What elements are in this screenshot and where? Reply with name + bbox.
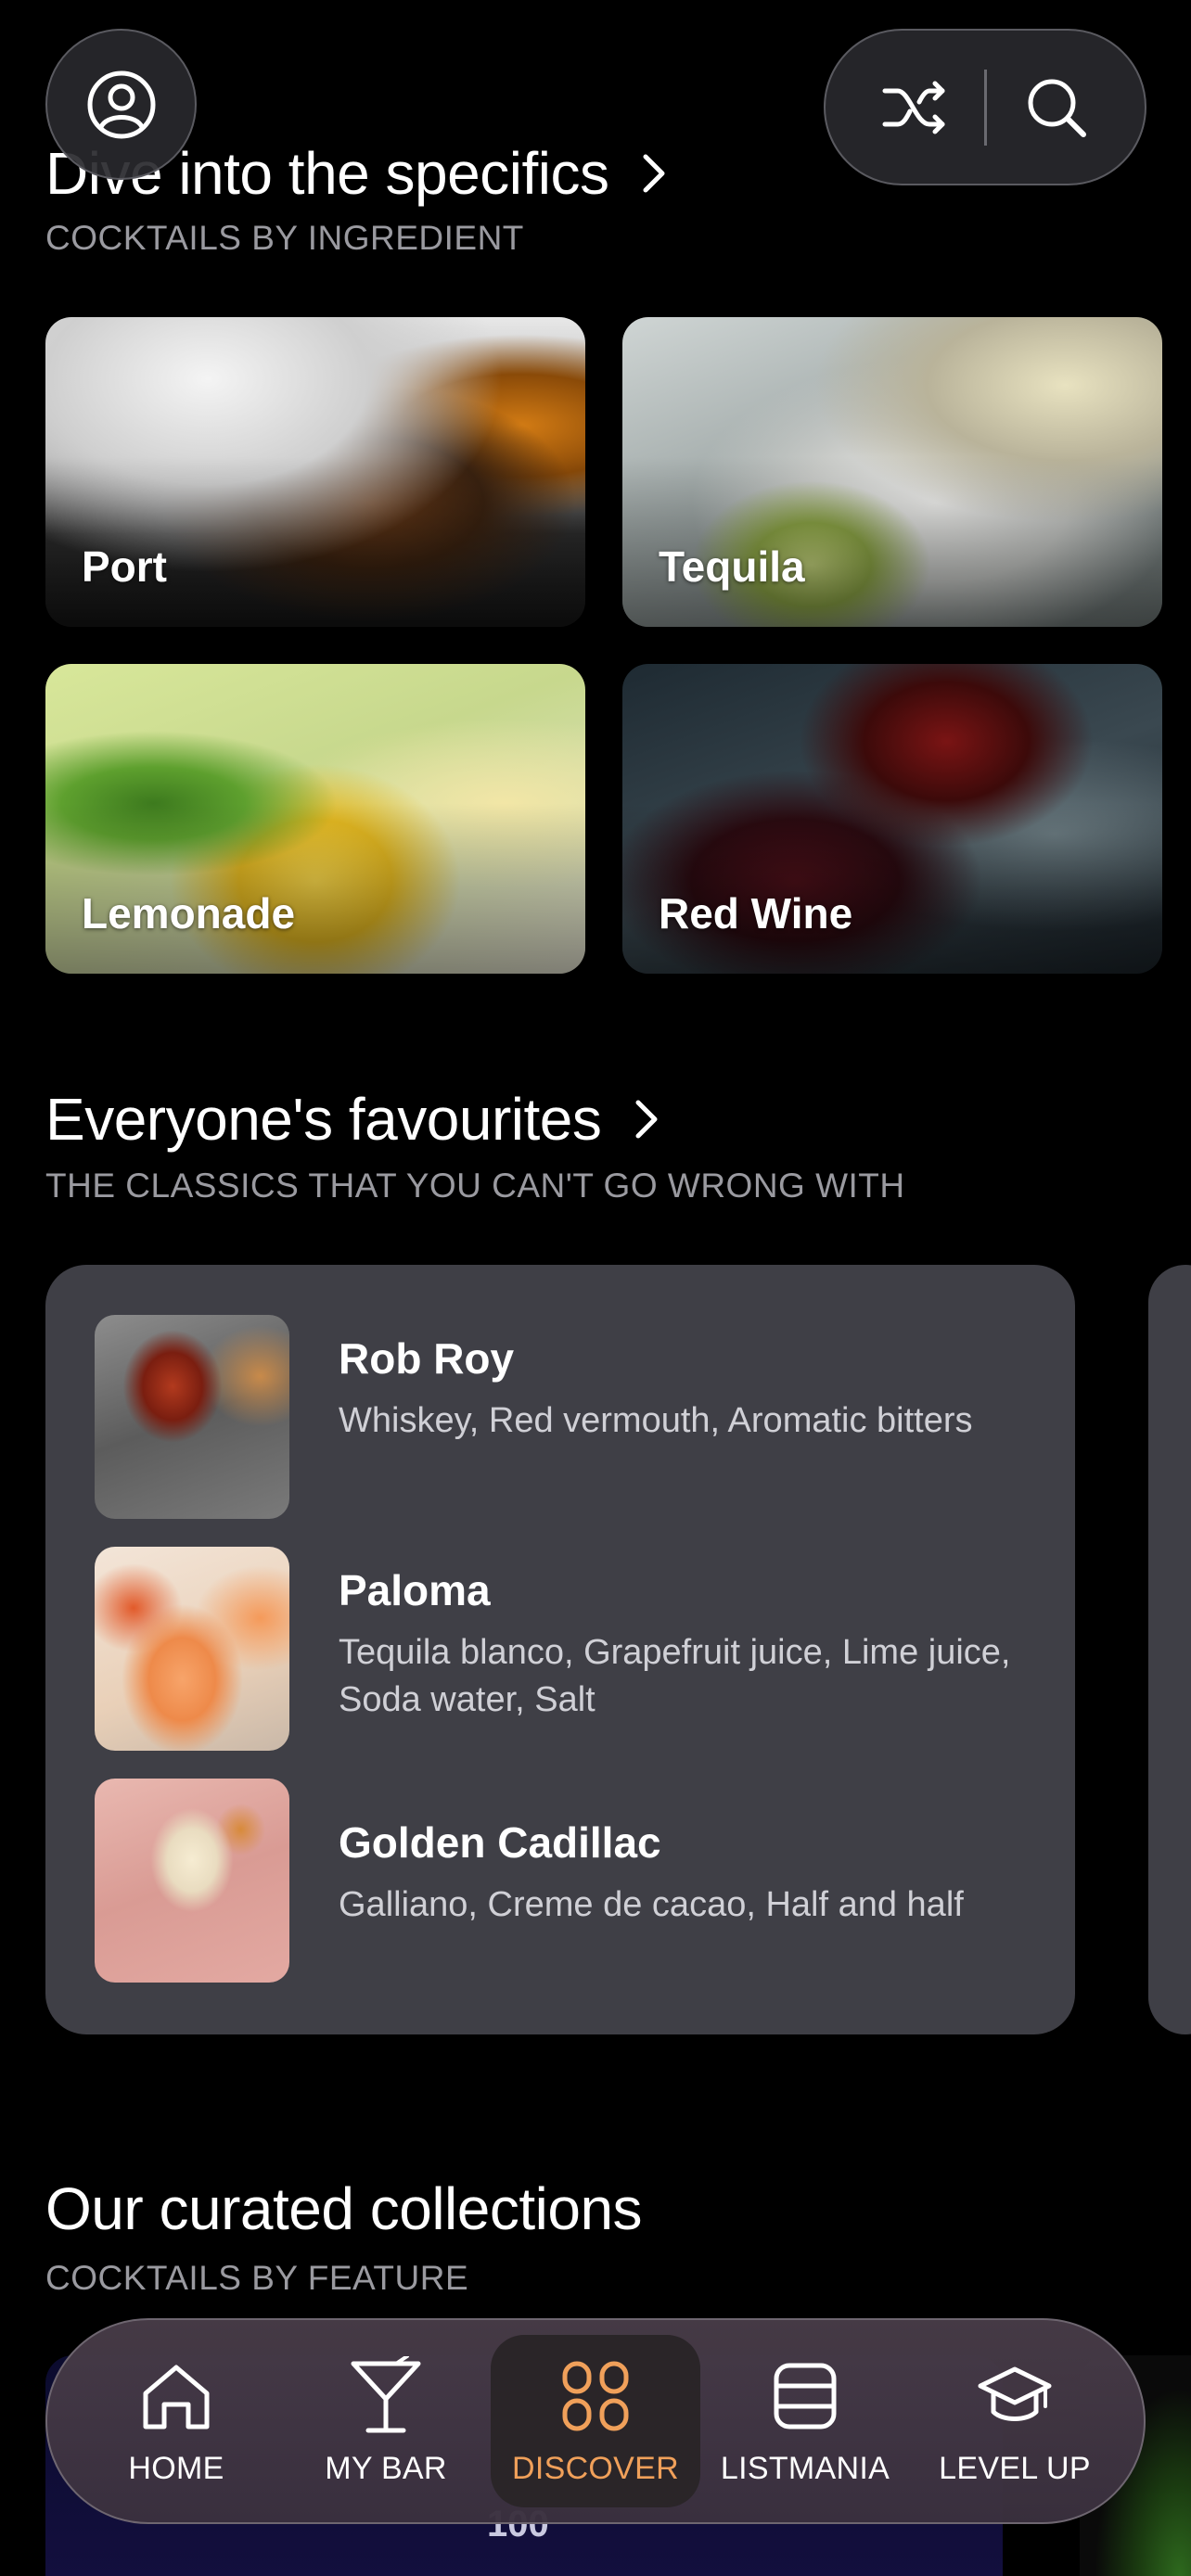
list-icon [774,2363,837,2429]
nav-label: MY BAR [325,2450,447,2486]
divider [984,69,988,146]
cocktail-row-golden-cadillac[interactable]: Golden Cadillac Galliano, Creme de cacao… [95,1779,1044,1983]
specifics-subtitle: COCKTAILS BY INGREDIENT [45,219,524,257]
cocktail-info: Paloma Tequila blanco, Grapefruit juice,… [339,1547,1044,1751]
graduation-cap-icon [978,2366,1052,2421]
shuffle-button[interactable] [881,78,948,137]
nav-home[interactable]: HOME [71,2335,281,2507]
cocktail-name: Rob Roy [339,1334,515,1383]
collections-section-header[interactable]: Our curated collections [45,2174,643,2243]
nav-level-up[interactable]: LEVEL UP [910,2335,1120,2507]
nav-label: LISTMANIA [720,2450,890,2486]
ingredient-tile-red-wine[interactable]: Red Wine [622,664,1162,974]
collections-title: Our curated collections [45,2175,643,2242]
chevron-right-icon [635,1100,658,1139]
favourites-title: Everyone's favourites [45,1086,602,1153]
profile-button[interactable] [45,29,197,180]
next-favourites-card[interactable] [1148,1265,1191,2034]
tile-label: Tequila [659,542,805,591]
grid-icon [562,2361,629,2430]
cocktail-name: Paloma [339,1566,491,1614]
martini-glass-icon [351,2355,421,2432]
header-actions [824,29,1146,185]
cocktail-ingredients: Tequila blanco, Grapefruit juice, Lime j… [339,1633,1011,1720]
cocktail-thumbnail [95,1779,289,1983]
discover-screen: Dive into the specifics COCKTAILS BY ING… [0,0,1191,2576]
ingredient-tile-port[interactable]: Port [45,317,585,627]
user-circle-icon [87,70,155,138]
cocktail-name: Golden Cadillac [339,1818,661,1867]
favourites-card: Rob Roy Whiskey, Red vermouth, Aromatic … [45,1265,1075,2034]
nav-label: LEVEL UP [939,2450,1091,2486]
cocktail-ingredients: Whiskey, Red vermouth, Aromatic bitters [339,1401,973,1441]
favourites-section-header[interactable]: Everyone's favourites [45,1085,660,1154]
nav-listmania[interactable]: LISTMANIA [700,2335,910,2507]
chevron-right-icon [643,154,665,193]
collections-subtitle: COCKTAILS BY FEATURE [45,2259,469,2297]
cocktail-info: Golden Cadillac Galliano, Creme de cacao… [339,1779,1044,1983]
nav-discover[interactable]: DISCOVER [491,2335,700,2507]
search-icon [1028,79,1087,137]
nav-my-bar[interactable]: MY BAR [281,2335,491,2507]
cocktail-info: Rob Roy Whiskey, Red vermouth, Aromatic … [339,1315,1044,1519]
cocktail-thumbnail [95,1547,289,1751]
bottom-navigation: HOME MY BAR DISCOVER LISTMANIA LEVEL UP [45,2318,1146,2524]
cocktail-ingredients: Galliano, Creme de cacao, Half and half [339,1885,964,1925]
search-button[interactable] [1024,75,1089,140]
cocktail-thumbnail [95,1315,289,1519]
tile-label: Lemonade [82,889,296,937]
ingredient-tile-lemonade[interactable]: Lemonade [45,664,585,974]
nav-label: DISCOVER [512,2450,679,2486]
shuffle-icon [882,81,945,134]
tile-label: Port [82,542,167,591]
cocktail-row-rob-roy[interactable]: Rob Roy Whiskey, Red vermouth, Aromatic … [95,1315,1044,1519]
home-icon [143,2365,210,2429]
ingredient-tile-tequila[interactable]: Tequila [622,317,1162,627]
cocktail-row-paloma[interactable]: Paloma Tequila blanco, Grapefruit juice,… [95,1547,1044,1751]
tile-label: Red Wine [659,889,853,937]
nav-label: HOME [128,2450,224,2486]
favourites-subtitle: THE CLASSICS THAT YOU CAN'T GO WRONG WIT… [45,1167,905,1205]
